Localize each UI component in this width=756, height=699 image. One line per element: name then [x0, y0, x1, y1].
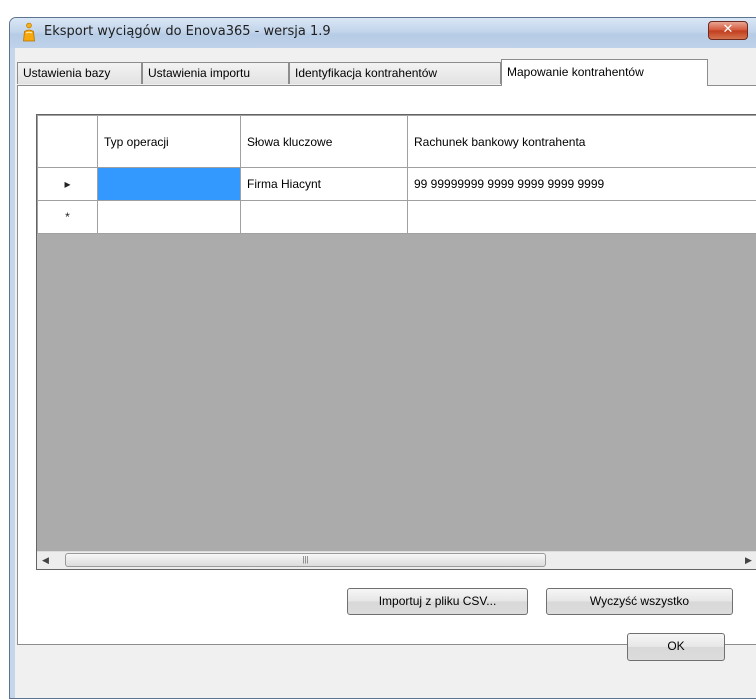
clear-all-button[interactable]: Wyczyść wszystko [546, 588, 733, 615]
close-button[interactable]: ✕ [708, 21, 748, 40]
scroll-right-icon[interactable]: ▶ [740, 552, 756, 569]
scroll-thumb[interactable]: ||| [65, 553, 546, 567]
client-area: Ustawienia bazy Ustawienia importu Ident… [15, 48, 756, 698]
table-row-new[interactable]: * [37, 200, 756, 234]
row-marker-current[interactable]: ▸ [37, 167, 98, 201]
mapping-table: Typ operacji Słowa kluczowe Rachunek ban… [37, 115, 756, 234]
app-icon [23, 22, 35, 42]
import-csv-button[interactable]: Importuj z pliku CSV... [347, 588, 528, 615]
cell-rachunek[interactable]: 99 99999999 9999 9999 9999 9999 [407, 167, 756, 201]
column-header-rachunek[interactable]: Rachunek bankowy kontrahenta [407, 115, 756, 168]
cell-slowa-kluczowe[interactable]: Firma Hiacynt [240, 167, 408, 201]
mapping-grid[interactable]: Typ operacji Słowa kluczowe Rachunek ban… [36, 114, 756, 570]
tab-mapowanie-kontrahentow[interactable]: Mapowanie kontrahentów [501, 59, 708, 86]
cell-rachunek[interactable] [407, 200, 756, 234]
tab-ustawienia-bazy[interactable]: Ustawienia bazy [17, 62, 142, 84]
column-header-slowa-kluczowe[interactable]: Słowa kluczowe [240, 115, 408, 168]
title-bar[interactable]: Eksport wyciągów do Enova365 - wersja 1.… [10, 18, 756, 48]
table-row[interactable]: ▸ Firma Hiacynt 99 99999999 9999 9999 99… [37, 167, 756, 201]
row-marker-new[interactable]: * [37, 200, 98, 234]
scroll-left-icon[interactable]: ◀ [37, 552, 54, 569]
window-title: Eksport wyciągów do Enova365 - wersja 1.… [44, 24, 331, 39]
cell-slowa-kluczowe[interactable] [240, 200, 408, 234]
tab-strip: Ustawienia bazy Ustawienia importu Ident… [17, 59, 756, 86]
ok-button[interactable]: OK [627, 633, 725, 661]
cell-typ-operacji[interactable] [97, 200, 241, 234]
tab-identyfikacja-kontrahentow[interactable]: Identyfikacja kontrahentów [289, 62, 501, 84]
row-header-corner [37, 115, 98, 168]
column-header-typ-operacji[interactable]: Typ operacji [97, 115, 241, 168]
column-header-label: Słowa kluczowe [247, 134, 333, 149]
header-row: Typ operacji Słowa kluczowe Rachunek ban… [37, 115, 756, 168]
tab-ustawienia-importu[interactable]: Ustawienia importu [142, 62, 289, 84]
cell-typ-operacji[interactable] [97, 167, 241, 201]
main-window: Eksport wyciągów do Enova365 - wersja 1.… [9, 17, 756, 699]
tab-page-mapowanie: Typ operacji Słowa kluczowe Rachunek ban… [17, 85, 756, 645]
horizontal-scrollbar[interactable]: ◀ ||| ▶ [37, 551, 756, 569]
